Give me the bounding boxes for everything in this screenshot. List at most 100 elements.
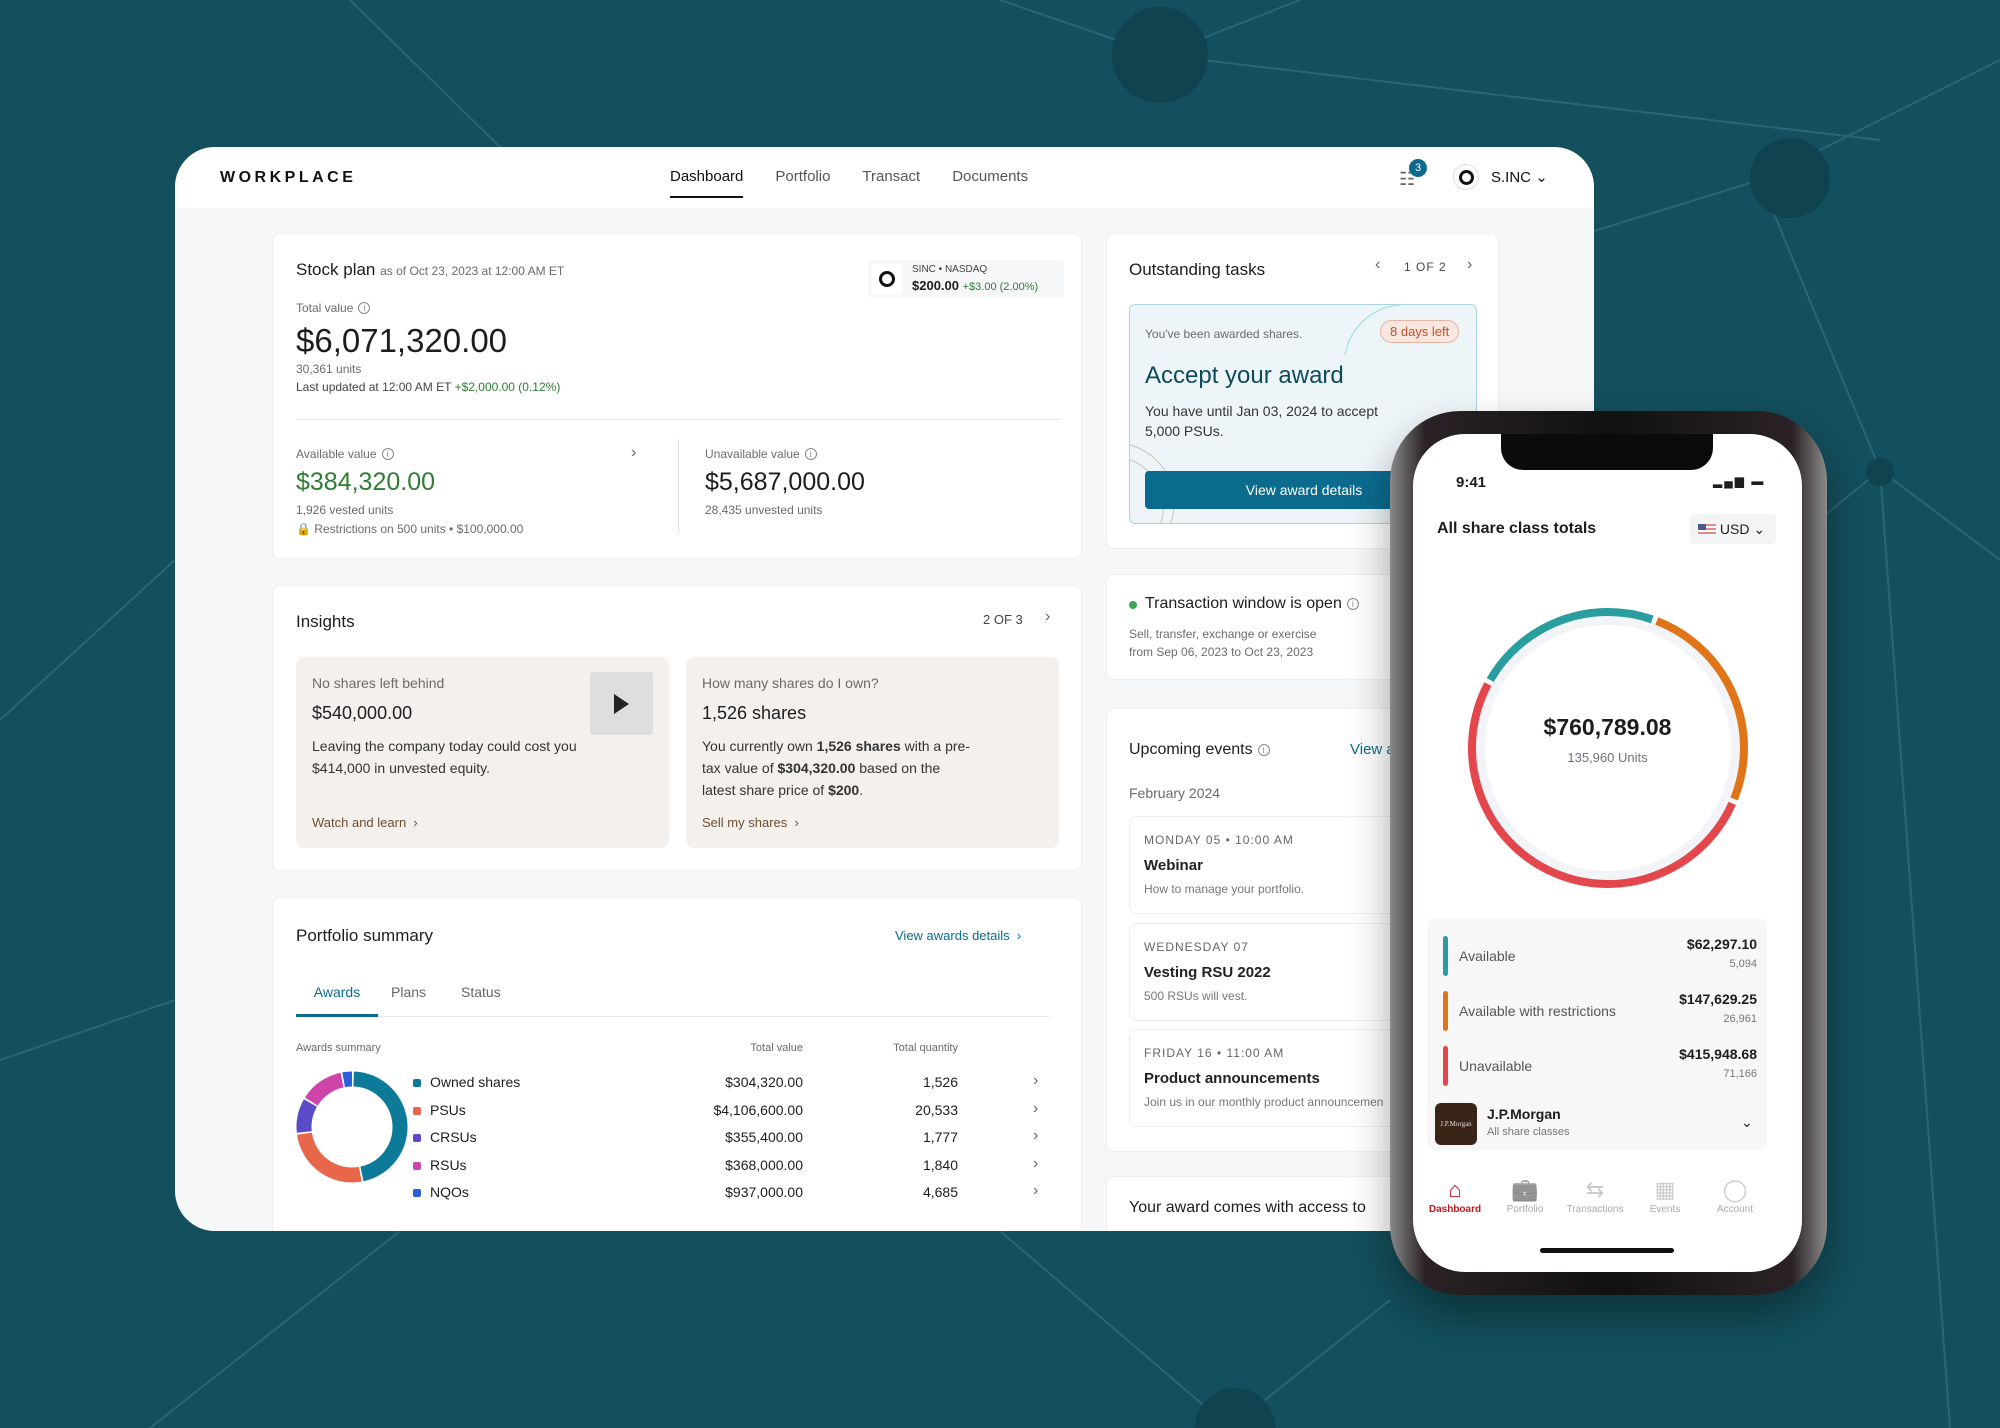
- view-all-link[interactable]: View a: [1350, 741, 1395, 758]
- award-name: NQOs: [430, 1184, 469, 1201]
- watch-and-learn-link[interactable]: Watch and learn ›: [312, 815, 418, 830]
- award-name: Owned shares: [430, 1074, 521, 1090]
- info-icon[interactable]: i: [1346, 598, 1359, 610]
- link-text: Sell my shares: [702, 815, 788, 830]
- total-value-label: Total value i: [296, 301, 371, 315]
- chevron-right-icon[interactable]: ›: [631, 444, 636, 462]
- award-value: $4,106,600.00: [713, 1101, 803, 1118]
- info-icon[interactable]: i: [381, 448, 394, 460]
- donut-segment: [353, 1071, 408, 1182]
- legend-units: 5,094: [1729, 958, 1757, 970]
- phone-notch: [1501, 434, 1713, 470]
- donut-segment: [342, 1071, 353, 1088]
- award-value: $304,320.00: [725, 1074, 803, 1090]
- award-qty: 1,526: [922, 1074, 958, 1090]
- arrows-icon: ⇆: [1585, 1177, 1605, 1202]
- insight-body: You currently own 1,526 shares with a pr…: [702, 735, 972, 801]
- tab-transactions[interactable]: ⇆ Transactions: [1560, 1176, 1630, 1215]
- donut-segment: [296, 1099, 318, 1133]
- legend-item: Available with restrictions $147,629.25 26…: [1437, 987, 1757, 1037]
- legend-value: $147,629.25: [1679, 991, 1757, 1007]
- chevron-right-icon: ›: [1033, 1072, 1039, 1089]
- legend-label: Available: [1459, 948, 1516, 964]
- status-dot: [1129, 601, 1137, 609]
- divider: [678, 439, 679, 534]
- transaction-window-dates: from Sep 06, 2023 to Oct 23, 2023: [1129, 645, 1314, 659]
- insight-tile: No shares left behind $540,000.00 Leavin…: [296, 657, 669, 848]
- desktop-window: WORKPLACE Dashboard Portfolio Transact D…: [175, 147, 1594, 1231]
- insight-headline: 1,526 shares: [702, 703, 807, 723]
- prev-icon[interactable]: ‹: [1375, 256, 1380, 274]
- company-logo-icon: [872, 264, 902, 294]
- t: .: [859, 782, 864, 798]
- restrictions-text: Restrictions on 500 units • $100,000.00: [314, 522, 524, 536]
- legend-item: Unavailable $415,948.68 71,166: [1437, 1042, 1757, 1092]
- insights-card: Insights 2 OF 3 › No shares left behind …: [272, 585, 1082, 871]
- home-indicator: [1540, 1248, 1674, 1253]
- t: You currently own: [702, 738, 817, 754]
- col-total-value: Total value: [750, 1042, 803, 1054]
- next-icon[interactable]: ›: [1467, 256, 1472, 274]
- unvested-units: 28,435 unvested units: [705, 503, 823, 517]
- tab-dashboard[interactable]: ⌂ Dashboard: [1420, 1176, 1490, 1215]
- view-awards-details-link[interactable]: View awards details ›: [895, 928, 1021, 943]
- legend-units: 26,961: [1723, 1013, 1757, 1025]
- award-row[interactable]: RSUs $368,000.00 1,840 ›: [413, 1154, 1053, 1177]
- ticker: SINC • NASDAQ: [912, 264, 988, 275]
- next-icon[interactable]: ›: [1045, 608, 1050, 626]
- info-icon[interactable]: i: [1257, 744, 1270, 756]
- tab-portfolio[interactable]: 💼 Portfolio: [1490, 1176, 1560, 1215]
- nav-portfolio[interactable]: Portfolio: [775, 168, 830, 185]
- nav-documents[interactable]: Documents: [952, 168, 1028, 185]
- broker-name: J.P.Morgan: [1487, 1106, 1561, 1122]
- award-row[interactable]: CRSUs $355,400.00 1,777 ›: [413, 1127, 1053, 1149]
- battery-icon: ▬: [1751, 474, 1766, 488]
- info-icon[interactable]: i: [358, 302, 371, 314]
- play-button[interactable]: [590, 672, 653, 735]
- award-row[interactable]: Owned shares $304,320.00 1,526 ›: [413, 1072, 1053, 1094]
- phone-title: All share class totals: [1437, 520, 1597, 537]
- company-logo-icon: [1453, 164, 1479, 190]
- info-icon[interactable]: i: [804, 448, 817, 460]
- broker-sub: All share classes: [1487, 1126, 1570, 1138]
- account-menu[interactable]: S.INC ⌄: [1491, 168, 1548, 186]
- share-class-donut: [1468, 608, 1748, 888]
- tab-account[interactable]: ◯ Account: [1700, 1176, 1770, 1215]
- nav-transact[interactable]: Transact: [862, 168, 920, 185]
- chevron-down-icon: ⌄: [1535, 169, 1548, 186]
- legend-bar: [1443, 936, 1448, 976]
- unavailable-value: $5,687,000.00: [705, 468, 865, 496]
- stock-plan-card: Stock plan as of Oct 23, 2023 at 12:00 A…: [272, 233, 1082, 559]
- donut-track: [1475, 615, 1741, 881]
- transaction-window-body: Sell, transfer, exchange or exercise: [1129, 627, 1317, 641]
- nav-dashboard[interactable]: Dashboard: [670, 168, 744, 198]
- ticker-box: SINC • NASDAQ $200.00 +$3.00 (2.00%): [868, 260, 1064, 298]
- chevron-right-icon: ›: [1033, 1154, 1039, 1172]
- tab-awards[interactable]: Awards: [296, 984, 378, 1017]
- insight-headline: $540,000.00: [312, 703, 413, 723]
- sell-my-shares-link[interactable]: Sell my shares ›: [702, 815, 799, 830]
- award-row[interactable]: PSUs $4,106,600.00 20,533 ›: [413, 1100, 1053, 1122]
- calendar-icon: ▦: [1654, 1177, 1676, 1202]
- currency-select[interactable]: USD ⌄: [1690, 514, 1776, 544]
- tab-plans[interactable]: Plans: [391, 984, 426, 1000]
- award-row[interactable]: NQOs $937,000.00 4,685 ›: [413, 1182, 1053, 1204]
- bottom-tab-bar: ⌂ Dashboard 💼 Portfolio ⇆ Transactions ▦ Events…: [1413, 1176, 1802, 1226]
- legend-label: Available with restrictions: [1459, 1003, 1616, 1019]
- legend-units: 71,166: [1723, 1068, 1757, 1080]
- insight-eyebrow: No shares left behind: [312, 675, 445, 691]
- t: $200: [828, 782, 860, 798]
- divider: [296, 419, 1060, 420]
- status-time: 9:41: [1456, 474, 1487, 491]
- chevron-down-icon[interactable]: ⌄: [1741, 1114, 1753, 1131]
- tasks-title: Outstanding tasks: [1129, 260, 1266, 279]
- title-text: Stock plan: [296, 260, 376, 279]
- donut-segment: [304, 1072, 344, 1106]
- tab-label: Dashboard: [1428, 1204, 1482, 1215]
- transaction-window-title: Transaction window is open i: [1145, 595, 1359, 613]
- tab-events[interactable]: ▦ Events: [1630, 1176, 1700, 1215]
- task-headline: Accept your award: [1145, 362, 1344, 389]
- account-name: S.INC: [1491, 169, 1532, 186]
- tab-status[interactable]: Status: [461, 984, 501, 1000]
- legend-bar: [1443, 991, 1448, 1031]
